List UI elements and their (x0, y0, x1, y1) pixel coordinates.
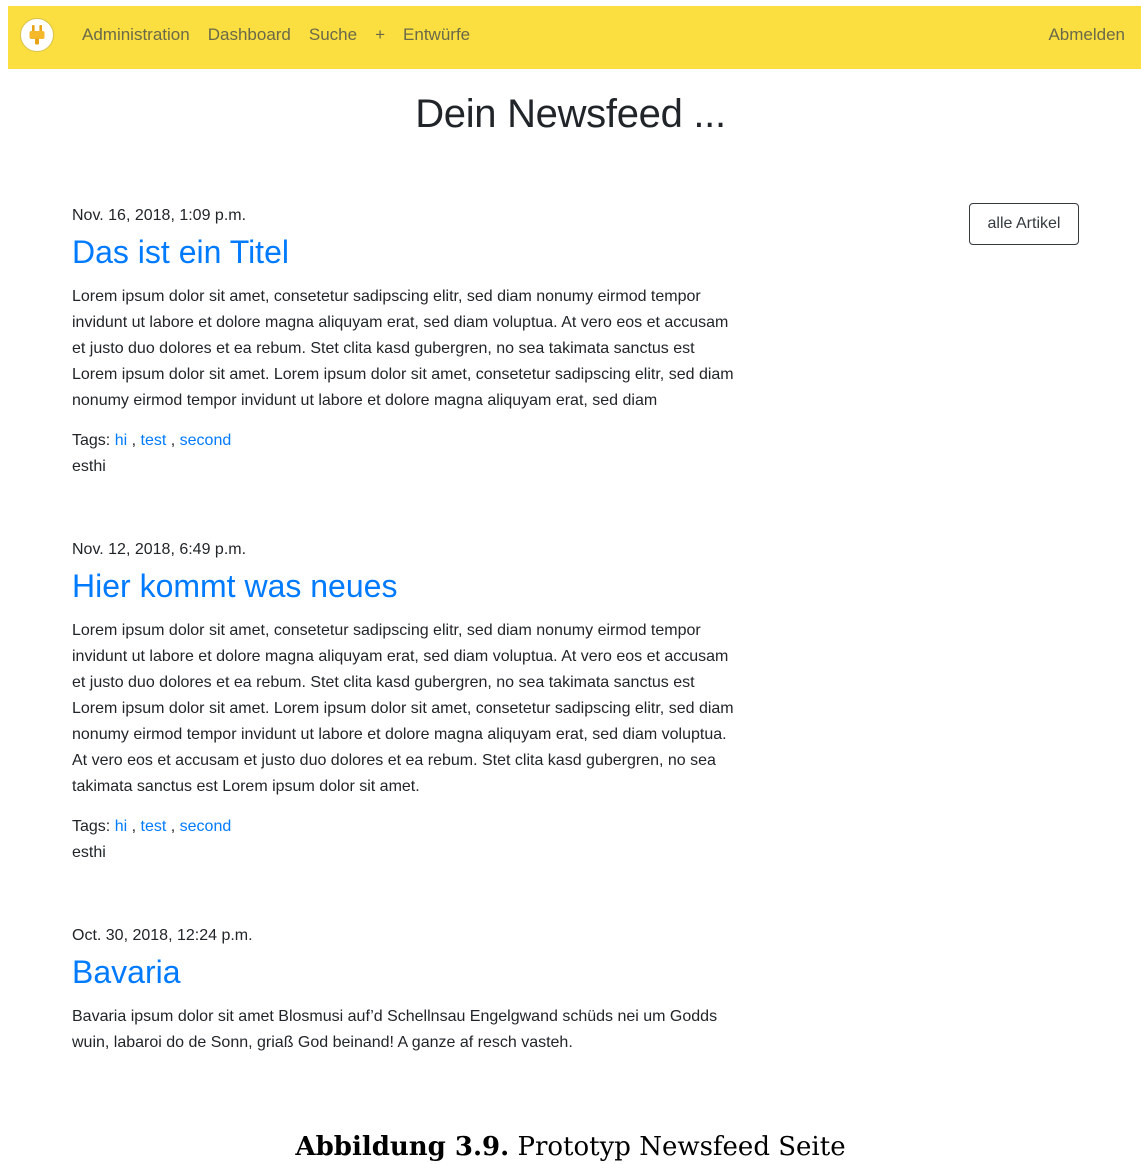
article-item: Oct. 30, 2018, 12:24 p.m. Bavaria Bavari… (72, 924, 742, 1056)
article-body: Lorem ipsum dolor sit amet, consetetur s… (72, 622, 734, 795)
nav-link-administration[interactable]: Administration (82, 25, 190, 45)
nav-add-button[interactable]: + (375, 25, 385, 45)
tags-label: Tags: (72, 818, 111, 835)
article-date: Nov. 16, 2018, 1:09 p.m. (72, 207, 247, 224)
article-title-link[interactable]: Das ist ein Titel (72, 232, 742, 272)
article-author: esthi (72, 844, 106, 861)
article-title-link[interactable]: Hier kommt was neues (72, 566, 742, 606)
nav-link-dashboard[interactable]: Dashboard (208, 25, 291, 45)
nav-link-entwuerfe[interactable]: Entwürfe (403, 25, 470, 45)
figure-caption-text: Prototyp Newsfeed Seite (517, 1132, 846, 1162)
tag-link[interactable]: hi (115, 818, 127, 835)
plug-logo-icon[interactable] (20, 17, 54, 52)
tag-link[interactable]: test (141, 432, 167, 449)
tags-label: Tags: (72, 432, 111, 449)
newsfeed-list: Nov. 16, 2018, 1:09 p.m. Das ist ein Tit… (72, 204, 742, 1088)
article-body: Lorem ipsum dolor sit amet, consetetur s… (72, 288, 734, 409)
article-tags: Tags: hi , test , second (72, 818, 232, 835)
article-tags: Tags: hi , test , second (72, 432, 232, 449)
top-navbar: Administration Dashboard Suche + Entwürf… (8, 6, 1141, 69)
screenshot-area: Administration Dashboard Suche + Entwürf… (0, 0, 1141, 1088)
nav-link-suche[interactable]: Suche (309, 25, 357, 45)
article-item: Nov. 16, 2018, 1:09 p.m. Das ist ein Tit… (72, 204, 742, 480)
plug-icon (29, 24, 45, 44)
article-author: esthi (72, 458, 106, 475)
logout-link[interactable]: Abmelden (1048, 25, 1125, 45)
article-item: Nov. 12, 2018, 6:49 p.m. Hier kommt was … (72, 538, 742, 866)
article-body: Bavaria ipsum dolor sit amet Blosmusi au… (72, 1008, 718, 1051)
figure-caption-label: Abbildung 3.9. (295, 1132, 510, 1162)
tag-link[interactable]: second (180, 818, 232, 835)
all-articles-button[interactable]: alle Artikel (969, 203, 1079, 245)
tag-link[interactable]: test (141, 818, 167, 835)
article-title-link[interactable]: Bavaria (72, 952, 742, 992)
article-date: Nov. 12, 2018, 6:49 p.m. (72, 541, 247, 558)
page-title: Dein Newsfeed ... (415, 92, 726, 136)
article-date: Oct. 30, 2018, 12:24 p.m. (72, 927, 253, 944)
tag-link[interactable]: hi (115, 432, 127, 449)
figure-caption: Abbildung 3.9. Prototyp Newsfeed Seite (0, 1132, 1141, 1162)
nav-links: Administration Dashboard Suche + Entwürf… (82, 25, 488, 45)
tag-link[interactable]: second (180, 432, 232, 449)
